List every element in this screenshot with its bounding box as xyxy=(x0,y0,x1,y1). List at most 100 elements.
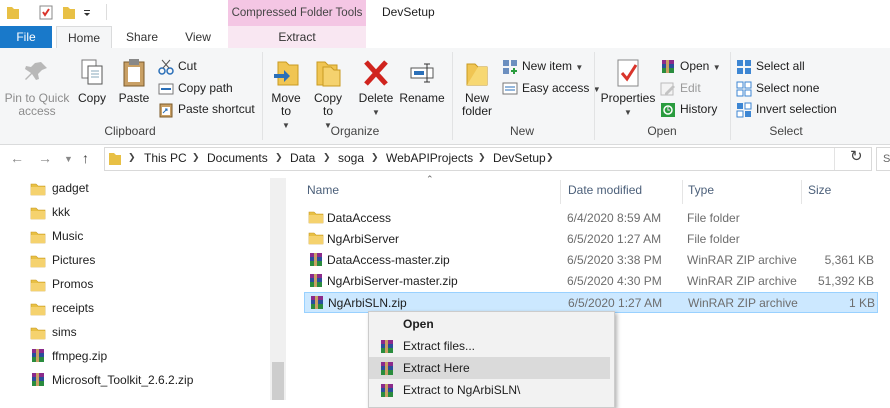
select-group-label: Select xyxy=(769,124,803,138)
context-menu-label: Extract to NgArbiSLN\ xyxy=(403,383,521,397)
crumb-soga[interactable]: soga xyxy=(338,151,364,165)
crumb-devsetup[interactable]: DevSetup xyxy=(493,151,546,165)
chevron-right-icon[interactable]: ❯ xyxy=(546,152,554,163)
back-icon[interactable]: ← xyxy=(10,150,24,166)
new-item-label: New item xyxy=(522,59,573,73)
pin-to-quick-access-button[interactable]: Pin to Quick access xyxy=(4,58,70,118)
select-none-button[interactable]: Select none xyxy=(736,78,819,98)
paste-button[interactable]: Paste xyxy=(116,58,152,105)
tab-home[interactable]: Home xyxy=(56,26,112,49)
column-header-type[interactable]: Type xyxy=(688,183,714,197)
crumb-data[interactable]: Data xyxy=(290,151,315,165)
chevron-right-icon[interactable]: ❯ xyxy=(128,152,136,163)
file-name: DataAccess xyxy=(327,211,392,225)
properties-icon[interactable] xyxy=(38,4,54,20)
edit-button[interactable]: Edit xyxy=(660,78,701,98)
rename-button[interactable]: Rename xyxy=(398,58,446,105)
invert-selection-button[interactable]: Invert selection xyxy=(736,99,837,119)
up-icon[interactable]: ↑ xyxy=(82,150,89,166)
context-menu-item[interactable]: Extract files... xyxy=(369,335,610,357)
open-button[interactable]: Open ▼ xyxy=(660,56,721,76)
file-date: 6/5/2020 4:30 PM xyxy=(567,274,662,288)
chevron-right-icon[interactable]: ❯ xyxy=(478,152,486,163)
paste-label: Paste xyxy=(118,91,150,105)
properties-label: Properties xyxy=(600,91,656,105)
winrar-icon xyxy=(381,340,393,353)
easy-access-button[interactable]: Easy access ▼ xyxy=(502,78,601,98)
history-button[interactable]: History xyxy=(660,99,717,119)
tab-share[interactable]: Share xyxy=(116,26,168,48)
chevron-right-icon[interactable]: ❯ xyxy=(371,152,379,163)
folder-icon xyxy=(30,279,46,292)
folder-icon xyxy=(30,183,46,196)
ribbon-separator xyxy=(452,52,453,140)
tab-extract[interactable]: Extract xyxy=(228,26,366,48)
nav-item-label: Promos xyxy=(52,277,94,291)
properties-button[interactable]: Properties ▼ xyxy=(600,58,656,119)
properties-icon xyxy=(617,59,639,87)
folder-icon xyxy=(7,7,19,19)
file-row[interactable]: NgArbiSLN.zip 6/5/2020 1:27 AM WinRAR ZIP … xyxy=(304,292,878,313)
edit-icon xyxy=(660,82,675,96)
paste-shortcut-label: Paste shortcut xyxy=(178,102,255,116)
compressed-folder-tools-header: Compressed Folder Tools xyxy=(228,0,366,26)
crumb-documents[interactable]: Documents xyxy=(207,151,268,165)
copy-path-icon xyxy=(158,83,174,95)
easy-access-label: Easy access xyxy=(522,81,590,95)
recent-locations-icon[interactable]: ▼ xyxy=(64,154,73,164)
delete-label: Delete xyxy=(358,91,394,105)
file-date: 6/5/2020 1:27 AM xyxy=(568,296,663,310)
tab-view[interactable]: View xyxy=(172,26,224,48)
delete-button[interactable]: Delete ▼ xyxy=(358,58,394,119)
winrar-icon xyxy=(381,362,393,375)
tab-file[interactable]: File xyxy=(0,26,52,48)
new-folder-icon xyxy=(466,63,488,86)
refresh-icon[interactable]: ↻ xyxy=(850,147,863,165)
paste-shortcut-button[interactable]: Paste shortcut xyxy=(158,99,255,119)
new-folder-icon[interactable] xyxy=(62,4,76,20)
easy-access-icon xyxy=(502,82,518,95)
search-input[interactable]: S xyxy=(876,147,890,171)
quick-access-dropdown-icon[interactable] xyxy=(82,8,92,18)
copy-path-button[interactable]: Copy path xyxy=(158,78,233,98)
nav-scrollbar-thumb[interactable] xyxy=(272,362,284,400)
forward-icon[interactable]: → xyxy=(38,150,52,166)
chevron-right-icon[interactable]: ❯ xyxy=(192,152,200,163)
ribbon-separator xyxy=(730,52,731,140)
zip-icon xyxy=(32,373,44,386)
rename-icon xyxy=(410,63,434,83)
file-row[interactable]: DataAccess-master.zip 6/5/2020 3:38 PM Win… xyxy=(304,250,876,271)
select-all-button[interactable]: Select all xyxy=(736,56,805,76)
column-header-size[interactable]: Size xyxy=(808,183,831,197)
select-none-icon xyxy=(736,81,752,97)
crumb-this-pc[interactable]: This PC xyxy=(144,151,187,165)
nav-item-label: kkk xyxy=(52,205,70,219)
nav-item-label: gadget xyxy=(52,181,89,195)
pin-icon xyxy=(25,62,47,80)
context-menu-item[interactable]: Extract Here xyxy=(369,357,610,379)
cut-button[interactable]: Cut xyxy=(158,56,197,76)
file-size: 51,392 KB xyxy=(817,274,874,288)
folder-icon xyxy=(308,232,324,245)
pin-label: Pin to Quick access xyxy=(4,91,70,118)
winrar-icon xyxy=(662,59,674,73)
copy-to-button[interactable]: Copy to ▼ xyxy=(310,58,346,132)
file-row[interactable]: DataAccess 6/4/2020 8:59 AM File folder xyxy=(304,208,876,229)
folder-icon xyxy=(30,327,46,340)
file-row[interactable]: NgArbiServer-master.zip 6/5/2020 4:30 PM W… xyxy=(304,271,876,292)
delete-icon xyxy=(364,60,388,86)
crumb-webapiprojects[interactable]: WebAPIProjects xyxy=(386,151,473,165)
chevron-right-icon[interactable]: ❯ xyxy=(323,152,331,163)
move-to-button[interactable]: Move to ▼ xyxy=(266,58,306,132)
file-type: File folder xyxy=(687,211,740,225)
new-item-button[interactable]: New item ▼ xyxy=(502,56,583,76)
file-row[interactable]: NgArbiServer 6/5/2020 1:27 AM File folder xyxy=(304,229,876,250)
copy-button[interactable]: Copy xyxy=(74,58,110,105)
column-header-name[interactable]: Name xyxy=(307,183,339,197)
context-menu-item[interactable]: Extract to NgArbiSLN\ xyxy=(369,379,610,401)
column-header-date[interactable]: Date modified xyxy=(568,183,642,197)
folder-icon xyxy=(30,231,46,244)
new-folder-button[interactable]: New folder xyxy=(456,58,498,118)
chevron-right-icon[interactable]: ❯ xyxy=(275,152,283,163)
context-menu-item[interactable]: Open xyxy=(369,313,610,335)
